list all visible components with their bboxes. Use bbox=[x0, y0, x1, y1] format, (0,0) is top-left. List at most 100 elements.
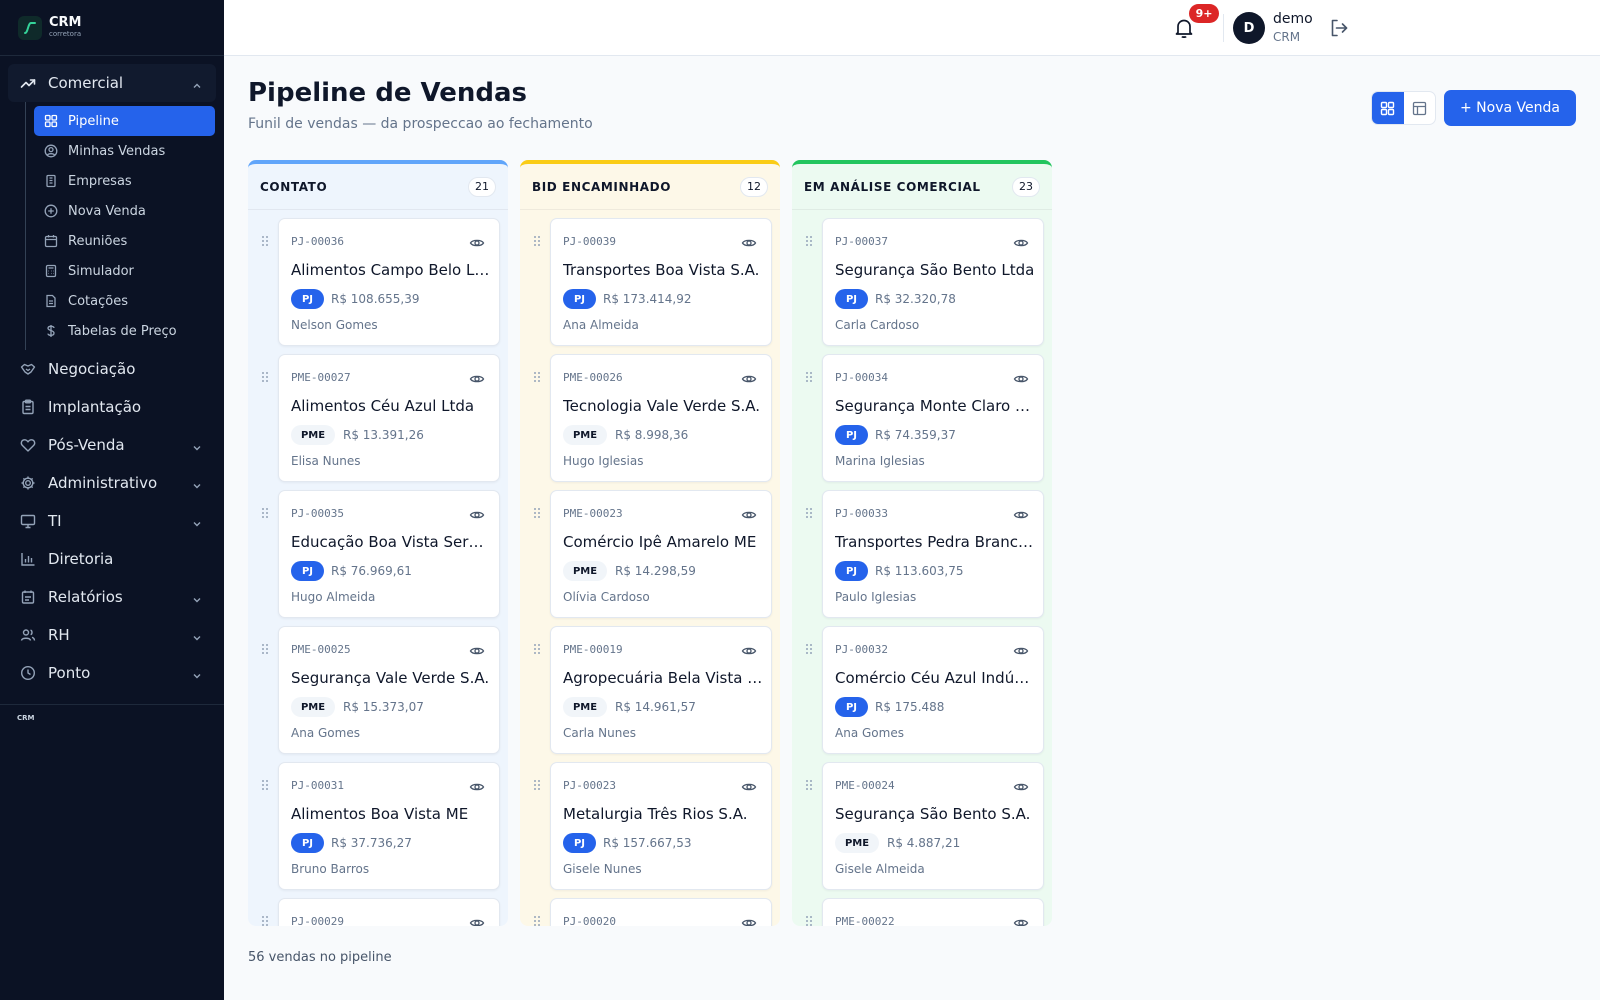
sidebar-group-label: Relatórios bbox=[48, 588, 123, 606]
deal-card[interactable]: PME-00023 Comércio Ipê Amarelo ME PME R$ 14… bbox=[550, 490, 772, 618]
drag-handle-icon[interactable] bbox=[261, 640, 269, 654]
deal-card[interactable]: PJ-00029 bbox=[278, 898, 500, 926]
drag-handle-icon[interactable] bbox=[261, 368, 269, 382]
deal-card[interactable]: PME-00022 bbox=[822, 898, 1044, 926]
sidebar-group-ponto[interactable]: Ponto bbox=[0, 654, 224, 692]
brand[interactable]: CRM corretora bbox=[0, 0, 224, 56]
card-row: PME-00019 Agropecuária Bela Vista ME PME R$… bbox=[520, 626, 780, 754]
deal-card[interactable]: PJ-00033 Transportes Pedra Branca... PJ R$ … bbox=[822, 490, 1044, 618]
deal-card[interactable]: PJ-00020 bbox=[550, 898, 772, 926]
drag-handle-icon[interactable] bbox=[261, 232, 269, 246]
deal-owner: Carla Cardoso bbox=[835, 318, 920, 332]
deal-card[interactable]: PJ-00023 Metalurgia Três Rios S.A. PJ R$ 15… bbox=[550, 762, 772, 890]
sidebar-item-simulador[interactable]: Simulador bbox=[34, 256, 215, 286]
sidebar-item-tabelas-de-preco[interactable]: Tabelas de Preço bbox=[34, 316, 215, 346]
table-view-button[interactable] bbox=[1404, 92, 1436, 124]
sidebar-item-empresas[interactable]: Empresas bbox=[34, 166, 215, 196]
sidebar-item-minhas-vendas[interactable]: Minhas Vendas bbox=[34, 136, 215, 166]
deal-value: R$ 14.961,57 bbox=[615, 700, 696, 714]
sidebar-group-negociacao[interactable]: Negociação bbox=[0, 350, 224, 388]
drag-handle-icon[interactable] bbox=[261, 776, 269, 790]
deal-card[interactable]: PJ-00032 Comércio Céu Azul Indúst... PJ R$ … bbox=[822, 626, 1044, 754]
deal-card[interactable]: PJ-00035 Educação Boa Vista Servi... PJ R$ … bbox=[278, 490, 500, 618]
deal-card[interactable]: PME-00027 Alimentos Céu Azul Ltda PME R$ 13… bbox=[278, 354, 500, 482]
eye-icon[interactable] bbox=[1013, 779, 1029, 795]
drag-handle-icon[interactable] bbox=[533, 640, 541, 654]
sidebar-item-label: Nova Venda bbox=[68, 203, 146, 219]
plus-circle-icon bbox=[44, 204, 58, 218]
sidebar-item-cotacoes[interactable]: Cotações bbox=[34, 286, 215, 316]
deal-card[interactable]: PME-00024 Segurança São Bento S.A. PME R$ 4… bbox=[822, 762, 1044, 890]
topbar bbox=[224, 0, 1600, 56]
avatar[interactable]: D bbox=[1233, 12, 1265, 44]
drag-handle-icon[interactable] bbox=[533, 776, 541, 790]
eye-icon[interactable] bbox=[741, 779, 757, 795]
drag-handle-icon[interactable] bbox=[805, 776, 813, 790]
eye-icon[interactable] bbox=[469, 371, 485, 387]
deal-card[interactable]: PJ-00034 Segurança Monte Claro C... PJ R$ 7… bbox=[822, 354, 1044, 482]
deal-code: PME-00025 bbox=[291, 643, 351, 656]
eye-icon[interactable] bbox=[1013, 643, 1029, 659]
board-view-button[interactable] bbox=[1372, 92, 1404, 124]
deal-type-badge: PME bbox=[563, 697, 607, 717]
eye-icon[interactable] bbox=[741, 371, 757, 387]
drag-handle-icon[interactable] bbox=[261, 912, 269, 926]
sidebar-group-relatorios[interactable]: Relatórios bbox=[0, 578, 224, 616]
deal-code: PME-00027 bbox=[291, 371, 351, 384]
drag-handle-icon[interactable] bbox=[261, 504, 269, 518]
deal-type-badge: PJ bbox=[835, 289, 868, 309]
eye-icon[interactable] bbox=[1013, 915, 1029, 926]
sidebar-group-pos-venda[interactable]: Pós-Venda bbox=[0, 426, 224, 464]
eye-icon[interactable] bbox=[469, 915, 485, 926]
pipeline-count: 56 vendas no pipeline bbox=[248, 950, 392, 965]
card-row: PME-00023 Comércio Ipê Amarelo ME PME R$ 14… bbox=[520, 490, 780, 618]
sidebar: CRM corretora Comercial Pipeline Minhas … bbox=[0, 0, 224, 1000]
deal-code: PJ-00023 bbox=[563, 779, 616, 792]
sidebar-group-diretoria[interactable]: Diretoria bbox=[0, 540, 224, 578]
logout-icon[interactable] bbox=[1328, 17, 1350, 39]
eye-icon[interactable] bbox=[1013, 371, 1029, 387]
sidebar-group-comercial[interactable]: Comercial bbox=[8, 64, 216, 102]
drag-handle-icon[interactable] bbox=[533, 912, 541, 926]
deal-card[interactable]: PME-00019 Agropecuária Bela Vista ME PME R$… bbox=[550, 626, 772, 754]
deal-card[interactable]: PME-00026 Tecnologia Vale Verde S.A. PME R$… bbox=[550, 354, 772, 482]
eye-icon[interactable] bbox=[469, 643, 485, 659]
deal-card[interactable]: PJ-00036 Alimentos Campo Belo Ltda PJ R$ 10… bbox=[278, 218, 500, 346]
drag-handle-icon[interactable] bbox=[533, 232, 541, 246]
eye-icon[interactable] bbox=[741, 915, 757, 926]
eye-icon[interactable] bbox=[469, 779, 485, 795]
drag-handle-icon[interactable] bbox=[805, 504, 813, 518]
drag-handle-icon[interactable] bbox=[805, 368, 813, 382]
sidebar-item-reunioes[interactable]: Reuniões bbox=[34, 226, 215, 256]
table-icon bbox=[1412, 101, 1426, 115]
clock-icon bbox=[20, 665, 36, 681]
deal-card[interactable]: PJ-00031 Alimentos Boa Vista ME PJ R$ 37.73… bbox=[278, 762, 500, 890]
drag-handle-icon[interactable] bbox=[533, 504, 541, 518]
new-sale-button[interactable]: + Nova Venda bbox=[1444, 90, 1576, 126]
drag-handle-icon[interactable] bbox=[533, 368, 541, 382]
sidebar-group-implantacao[interactable]: Implantação bbox=[0, 388, 224, 426]
deal-owner: Carla Nunes bbox=[563, 726, 636, 740]
sidebar-group-administrativo[interactable]: Administrativo bbox=[0, 464, 224, 502]
sidebar-item-pipeline[interactable]: Pipeline bbox=[34, 106, 215, 136]
drag-handle-icon[interactable] bbox=[805, 640, 813, 654]
sidebar-group-ti[interactable]: TI bbox=[0, 502, 224, 540]
drag-handle-icon[interactable] bbox=[805, 232, 813, 246]
column-title: BID ENCAMINHADO bbox=[532, 179, 672, 194]
deal-type-badge: PJ bbox=[835, 561, 868, 581]
eye-icon[interactable] bbox=[741, 507, 757, 523]
deal-card[interactable]: PJ-00037 Segurança São Bento Ltda PJ R$ 32.… bbox=[822, 218, 1044, 346]
eye-icon[interactable] bbox=[741, 235, 757, 251]
sidebar-item-label: Simulador bbox=[68, 263, 134, 279]
eye-icon[interactable] bbox=[469, 507, 485, 523]
card-row: PME-00024 Segurança São Bento S.A. PME R$ 4… bbox=[792, 762, 1052, 890]
eye-icon[interactable] bbox=[1013, 235, 1029, 251]
eye-icon[interactable] bbox=[741, 643, 757, 659]
sidebar-item-nova-venda[interactable]: Nova Venda bbox=[34, 196, 215, 226]
sidebar-group-rh[interactable]: RH bbox=[0, 616, 224, 654]
eye-icon[interactable] bbox=[469, 235, 485, 251]
deal-card[interactable]: PJ-00039 Transportes Boa Vista S.A. PJ R$ 1… bbox=[550, 218, 772, 346]
deal-card[interactable]: PME-00025 Segurança Vale Verde S.A. PME R$ … bbox=[278, 626, 500, 754]
eye-icon[interactable] bbox=[1013, 507, 1029, 523]
drag-handle-icon[interactable] bbox=[805, 912, 813, 926]
